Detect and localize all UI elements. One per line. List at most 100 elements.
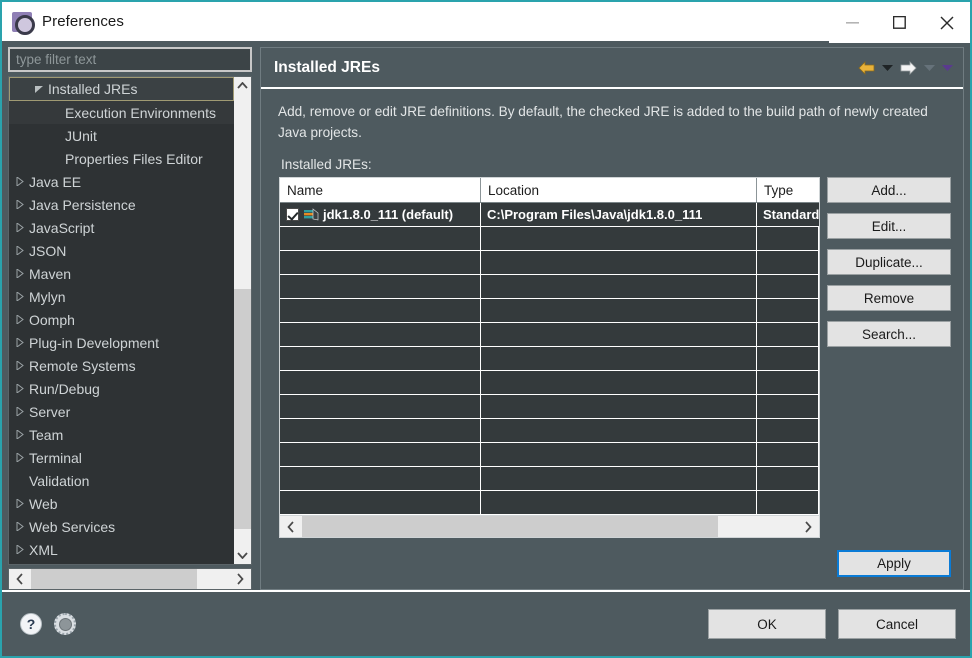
jre-checkbox[interactable] [286, 208, 299, 221]
minimize-icon[interactable] [829, 2, 876, 43]
twisty-collapsed-icon[interactable] [11, 338, 29, 347]
close-icon[interactable] [923, 2, 970, 43]
twisty-collapsed-icon[interactable] [11, 407, 29, 416]
remove-button[interactable]: Remove [827, 285, 951, 311]
twisty-collapsed-icon[interactable] [11, 522, 29, 531]
table-row-empty[interactable] [280, 299, 819, 323]
view-menu-chevron-down-icon[interactable] [942, 64, 953, 72]
column-header-name[interactable]: Name [280, 178, 481, 202]
sidebar-item-javascript[interactable]: JavaScript [9, 216, 234, 239]
forward-menu-chevron-down-icon[interactable] [924, 64, 935, 72]
preferences-tree[interactable]: Installed JREs Execution Environments JUni… [9, 77, 234, 564]
sidebar-item-maven[interactable]: Maven [9, 262, 234, 285]
sidebar-item-team[interactable]: Team [9, 423, 234, 446]
twisty-expanded-icon[interactable] [30, 85, 48, 94]
scroll-down-icon[interactable] [234, 547, 251, 564]
ok-button[interactable]: OK [708, 609, 826, 639]
table-hscroll-thumb[interactable] [302, 516, 718, 537]
twisty-collapsed-icon[interactable] [11, 545, 29, 554]
table-row-empty[interactable] [280, 443, 819, 467]
sidebar-item-installed-jres[interactable]: Installed JREs [9, 77, 234, 101]
add-button[interactable]: Add... [827, 177, 951, 203]
twisty-collapsed-icon[interactable] [11, 315, 29, 324]
twisty-collapsed-icon[interactable] [11, 200, 29, 209]
edit-button[interactable]: Edit... [827, 213, 951, 239]
tree-vertical-scrollbar[interactable] [234, 77, 251, 564]
column-header-location[interactable]: Location [481, 178, 757, 202]
table-row-empty[interactable] [280, 467, 819, 491]
sidebar-item-properties-files-editor[interactable]: Properties Files Editor [9, 147, 234, 170]
help-icon[interactable]: ? [20, 613, 42, 635]
sidebar-item-json[interactable]: JSON [9, 239, 234, 262]
sidebar-item-terminal[interactable]: Terminal [9, 446, 234, 469]
sidebar-item-server[interactable]: Server [9, 400, 234, 423]
table-row-empty[interactable] [280, 251, 819, 275]
tree-scroll-track[interactable] [234, 94, 251, 547]
maximize-icon[interactable] [876, 2, 923, 43]
gear-icon[interactable] [54, 613, 76, 635]
table-row-empty[interactable] [280, 395, 819, 419]
sidebar-item-web-services[interactable]: Web Services [9, 515, 234, 538]
table-horizontal-scrollbar[interactable] [279, 516, 820, 538]
scroll-right-icon[interactable] [229, 573, 251, 585]
table-row-empty[interactable] [280, 275, 819, 299]
twisty-collapsed-icon[interactable] [11, 177, 29, 186]
sidebar-item-xml[interactable]: XML [9, 538, 234, 561]
cancel-button[interactable]: Cancel [838, 609, 956, 639]
twisty-collapsed-icon[interactable] [11, 223, 29, 232]
twisty-collapsed-icon[interactable] [11, 453, 29, 462]
cell-empty [481, 227, 757, 250]
sidebar-item-oomph[interactable]: Oomph [9, 308, 234, 331]
twisty-collapsed-icon[interactable] [11, 292, 29, 301]
apply-button[interactable]: Apply [837, 550, 951, 577]
cell-empty [280, 251, 481, 274]
sidebar-item-execution-environments[interactable]: Execution Environments [9, 101, 234, 124]
table-hscroll-track[interactable] [302, 516, 797, 537]
sidebar-item-mylyn[interactable]: Mylyn [9, 285, 234, 308]
apply-row: Apply [261, 540, 963, 589]
duplicate-button[interactable]: Duplicate... [827, 249, 951, 275]
scroll-up-icon[interactable] [234, 77, 251, 94]
table-scroll-left-icon[interactable] [280, 520, 302, 533]
sidebar-item-label: Properties Files Editor [65, 150, 203, 167]
sidebar-item-junit[interactable]: JUnit [9, 124, 234, 147]
twisty-collapsed-icon[interactable] [11, 430, 29, 439]
twisty-collapsed-icon[interactable] [11, 384, 29, 393]
sidebar-item-java-persistence[interactable]: Java Persistence [9, 193, 234, 216]
table-row-empty[interactable] [280, 347, 819, 371]
sidebar-item-java-ee[interactable]: Java EE [9, 170, 234, 193]
twisty-collapsed-icon[interactable] [11, 246, 29, 255]
table-scroll-right-icon[interactable] [797, 520, 819, 533]
twisty-collapsed-icon[interactable] [11, 499, 29, 508]
cell-name[interactable]: jdk1.8.0_111 (default) [280, 203, 481, 226]
tree-hscroll-track[interactable] [31, 569, 229, 589]
column-header-type[interactable]: Type [757, 178, 819, 202]
twisty-collapsed-icon[interactable] [11, 361, 29, 370]
back-menu-chevron-down-icon[interactable] [882, 64, 893, 72]
jre-table[interactable]: Name Location Type jdk1.8.0_111 (default… [279, 177, 820, 516]
table-row-empty[interactable] [280, 491, 819, 515]
tree-scroll-thumb[interactable] [234, 288, 251, 529]
tree-hscroll-thumb[interactable] [31, 569, 198, 589]
table-row-empty[interactable] [280, 323, 819, 347]
sidebar-item-remote-systems[interactable]: Remote Systems [9, 354, 234, 377]
jre-icon [304, 208, 319, 221]
search-button[interactable]: Search... [827, 321, 951, 347]
sidebar-item-label: Execution Environments [65, 104, 216, 121]
table-row-empty[interactable] [280, 227, 819, 251]
table-row[interactable]: jdk1.8.0_111 (default) C:\Program Files\J… [280, 203, 819, 227]
table-row-empty[interactable] [280, 371, 819, 395]
back-arrow-icon[interactable] [858, 60, 875, 75]
tree-horizontal-scrollbar[interactable] [8, 568, 252, 590]
sidebar-item-run-debug[interactable]: Run/Debug [9, 377, 234, 400]
table-row-empty[interactable] [280, 419, 819, 443]
twisty-collapsed-icon[interactable] [11, 269, 29, 278]
cell-location[interactable]: C:\Program Files\Java\jdk1.8.0_111 [481, 203, 757, 226]
cell-type[interactable]: Standard [757, 203, 819, 226]
filter-input[interactable]: type filter text [8, 47, 252, 72]
forward-arrow-icon[interactable] [900, 60, 917, 75]
sidebar-item-web[interactable]: Web [9, 492, 234, 515]
sidebar-item-validation[interactable]: Validation [9, 469, 234, 492]
sidebar-item-plug-in-development[interactable]: Plug-in Development [9, 331, 234, 354]
scroll-left-icon[interactable] [9, 573, 31, 585]
